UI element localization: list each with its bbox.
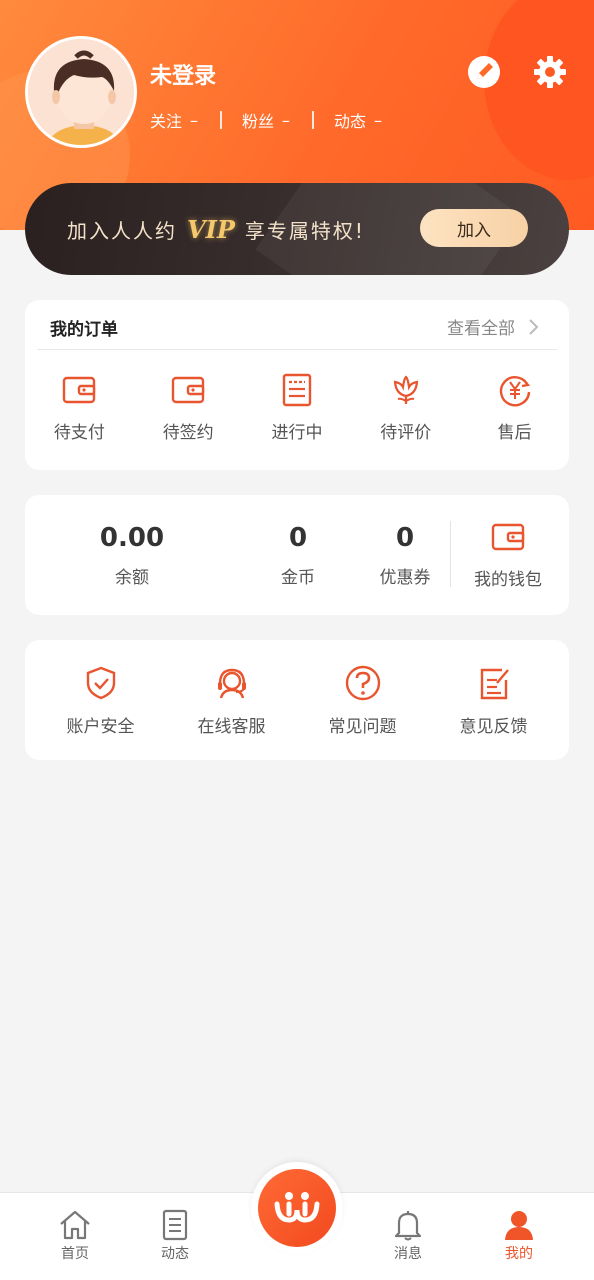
my-wallet-button[interactable]: 我的钱包	[465, 519, 551, 590]
tab-label: 消息	[394, 1246, 422, 1262]
service-label: 意见反馈	[459, 717, 528, 737]
service-account-security[interactable]: 账户安全	[35, 664, 166, 737]
divider	[220, 111, 223, 129]
vip-promo-text: 加入人人约 VIP 享专属特权!	[67, 215, 365, 244]
order-in-progress[interactable]: 进行中	[243, 372, 352, 443]
divider	[312, 111, 315, 129]
service-label: 账户安全	[66, 717, 135, 737]
wallet-icon	[171, 376, 205, 404]
join-vip-button[interactable]: 加入	[420, 209, 528, 247]
view-all-orders-link[interactable]: 查看全部	[447, 314, 543, 339]
service-faq[interactable]: 常见问题	[297, 664, 428, 737]
question-icon	[345, 665, 380, 701]
coins-value: 0	[288, 523, 308, 553]
stat-fans[interactable]: 粉丝 –	[242, 108, 290, 132]
view-all-label: 查看全部	[447, 319, 515, 339]
center-publish-button[interactable]	[251, 1162, 343, 1254]
service-feedback[interactable]: 意见反馈	[428, 664, 559, 737]
balance-value: 0.00	[99, 523, 165, 553]
vip-text-before: 加入人人约	[67, 219, 177, 243]
service-online-support[interactable]: 在线客服	[166, 664, 297, 737]
tab-home[interactable]: 首页	[35, 1209, 115, 1263]
order-pending-sign[interactable]: 待签约	[134, 372, 243, 443]
coupons-cell[interactable]: 0 优惠券	[365, 523, 445, 588]
tab-feed[interactable]: 动态	[135, 1209, 215, 1263]
app-logo-icon	[274, 1192, 320, 1223]
divider	[37, 349, 557, 350]
orders-card: 我的订单 查看全部 待支付 待签约 进行中 待评价 售后	[25, 300, 569, 470]
app-logo	[258, 1169, 336, 1247]
order-status-label: 待签约	[162, 423, 214, 443]
service-list: 账户安全 在线客服 常见问题 意见反馈	[25, 664, 569, 737]
orders-title: 我的订单	[50, 320, 118, 340]
service-label: 在线客服	[197, 717, 266, 737]
person-icon	[505, 1211, 533, 1240]
vip-text-after: 享专属特权!	[244, 219, 365, 243]
flower-icon	[393, 375, 418, 404]
stat-value: –	[282, 110, 291, 130]
coins-cell[interactable]: 0 金币	[263, 523, 333, 588]
wallet-card: 0.00 余额 0 金币 0 优惠券 我的钱包	[25, 495, 569, 615]
balance-label: 余额	[115, 568, 149, 588]
order-status-list: 待支付 待签约 进行中 待评价 售后	[25, 372, 569, 443]
order-status-label: 待评价	[380, 423, 432, 443]
tab-label: 首页	[61, 1246, 89, 1262]
bell-icon	[394, 1211, 422, 1241]
tab-me[interactable]: 我的	[479, 1209, 559, 1263]
stat-value: –	[190, 110, 199, 130]
order-status-label: 售后	[497, 423, 532, 443]
order-status-label: 进行中	[271, 423, 323, 443]
edit-icon	[468, 56, 500, 88]
stat-value: –	[374, 110, 383, 130]
document-icon	[162, 1209, 188, 1241]
balance-cell[interactable]: 0.00 余额	[87, 523, 177, 588]
stat-follow[interactable]: 关注 –	[150, 108, 198, 132]
vip-banner[interactable]: 加入人人约 VIP 享专属特权! 加入	[25, 183, 569, 275]
settings-button[interactable]	[530, 52, 570, 92]
order-pending-payment[interactable]: 待支付	[25, 372, 134, 443]
stat-posts[interactable]: 动态 –	[334, 108, 382, 132]
edit-button[interactable]	[464, 52, 504, 92]
avatar[interactable]	[25, 36, 137, 148]
wallet-icon	[491, 523, 525, 551]
divider	[450, 521, 451, 587]
my-wallet-label: 我的钱包	[474, 570, 542, 590]
stat-label: 粉丝	[242, 112, 275, 131]
list-document-icon	[282, 373, 312, 407]
order-pending-review[interactable]: 待评价	[351, 372, 460, 443]
tab-label: 我的	[505, 1246, 533, 1262]
stat-label: 关注	[150, 112, 183, 131]
wallet-icon	[63, 376, 96, 404]
tab-messages[interactable]: 消息	[368, 1209, 448, 1263]
vip-badge: VIP	[187, 215, 235, 244]
coins-label: 金币	[281, 568, 315, 588]
tab-label: 动态	[161, 1246, 189, 1262]
headset-icon	[217, 668, 246, 699]
services-card: 账户安全 在线客服 常见问题 意见反馈	[25, 640, 569, 760]
order-after-sales[interactable]: 售后	[460, 372, 569, 443]
username[interactable]: 未登录	[150, 58, 216, 90]
gear-icon	[534, 56, 566, 88]
home-icon	[60, 1210, 90, 1240]
coupons-label: 优惠券	[379, 568, 431, 588]
stat-label: 动态	[334, 112, 367, 131]
order-status-label: 待支付	[53, 423, 105, 443]
feedback-edit-icon	[480, 668, 509, 700]
chevron-right-icon	[529, 318, 539, 335]
shield-check-icon	[86, 666, 115, 700]
service-label: 常见问题	[328, 717, 397, 737]
coupons-value: 0	[395, 523, 415, 553]
profile-stats: 关注 – 粉丝 – 动态 –	[150, 108, 382, 132]
yen-refresh-icon	[499, 376, 530, 407]
